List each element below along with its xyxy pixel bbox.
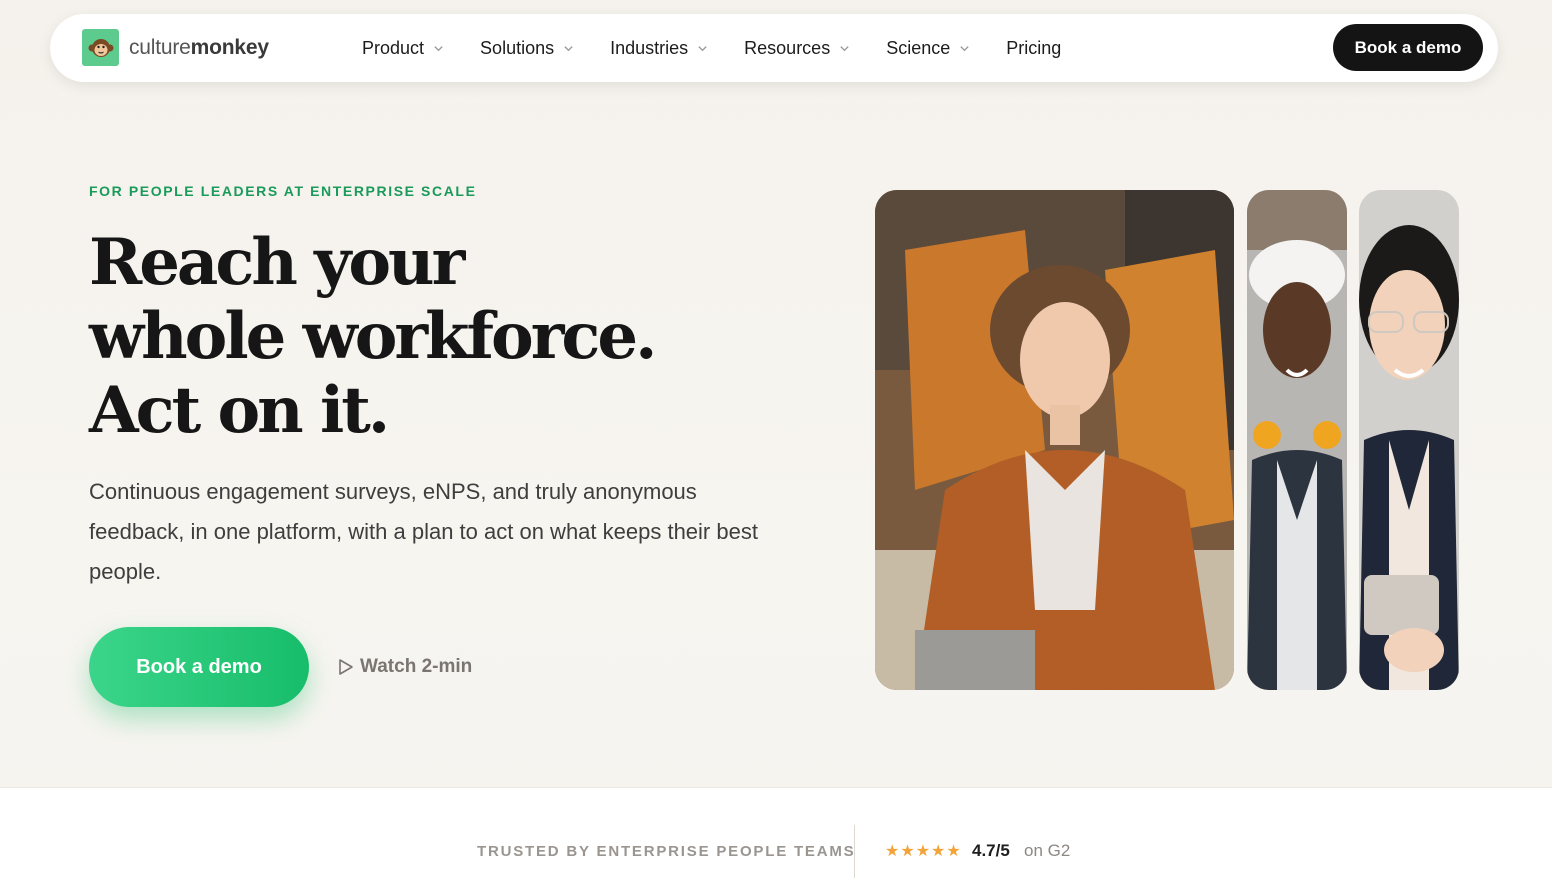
watch-video-link[interactable]: Watch 2-min: [338, 654, 472, 680]
brand-wordmark-part1: culture: [129, 35, 191, 59]
nav-item-science[interactable]: Science: [886, 38, 970, 59]
hero-eyebrow: FOR PEOPLE LEADERS AT ENTERPRISE SCALE: [89, 183, 477, 199]
nav-item-label: Resources: [744, 37, 831, 58]
nav-item-resources[interactable]: Resources: [744, 38, 850, 59]
nav-item-pricing[interactable]: Pricing: [1006, 38, 1061, 59]
rating-value: 4.7/5: [972, 841, 1010, 860]
nav-item-label: Science: [886, 37, 951, 58]
brand-logo[interactable]: culturemonkey: [82, 29, 269, 66]
hero-photo-office-worker: [875, 190, 1234, 690]
headline-line: whole workforce.: [89, 299, 657, 374]
nav-item-label: Industries: [610, 37, 689, 58]
trust-divider: [854, 825, 855, 878]
chevron-down-icon: [960, 45, 969, 51]
top-navigation: culturemonkey Product Solutions Industri…: [50, 14, 1498, 82]
nav-item-label: Solutions: [480, 37, 555, 58]
hero-subtext: Continuous engagement surveys, eNPS, and…: [89, 479, 758, 584]
play-outline-icon: [339, 659, 353, 675]
hero-photo-professional: [1359, 190, 1459, 690]
nav-item-label: Product: [362, 37, 425, 58]
rating-stars-icon: ★★★★★: [885, 843, 962, 860]
nav-item-product[interactable]: Product: [362, 38, 444, 59]
main-menu: Product Solutions Industries Resources S…: [362, 14, 1097, 82]
chevron-down-icon: [564, 45, 573, 51]
headline-line: Reach your: [89, 225, 465, 300]
brand-wordmark: culturemonkey: [129, 36, 269, 60]
trust-label: TRUSTED BY ENTERPRISE PEOPLE TEAMS: [477, 843, 856, 860]
hero-photo-field-worker: [1247, 190, 1347, 690]
nav-item-label: Pricing: [1006, 37, 1062, 58]
nav-item-industries[interactable]: Industries: [610, 38, 708, 59]
monkey-face-icon: [82, 29, 119, 66]
trust-bar: TRUSTED BY ENTERPRISE PEOPLE TEAMS ★★★★★…: [0, 787, 1552, 878]
headline-line: Act on it.: [89, 373, 390, 448]
nav-item-solutions[interactable]: Solutions: [480, 38, 574, 59]
hero-headline: Reach your whole workforce. Act on it.: [89, 226, 729, 448]
brand-wordmark-part2: monkey: [190, 35, 269, 59]
chevron-down-icon: [698, 45, 707, 51]
hero-book-demo-button[interactable]: Book a demo: [89, 627, 309, 707]
nav-book-demo-button[interactable]: Book a demo: [1333, 24, 1483, 71]
chevron-down-icon: [434, 45, 443, 51]
chevron-down-icon: [840, 45, 849, 51]
watch-video-label: Watch 2-min: [360, 656, 473, 677]
rating-source: on G2: [1024, 841, 1071, 860]
